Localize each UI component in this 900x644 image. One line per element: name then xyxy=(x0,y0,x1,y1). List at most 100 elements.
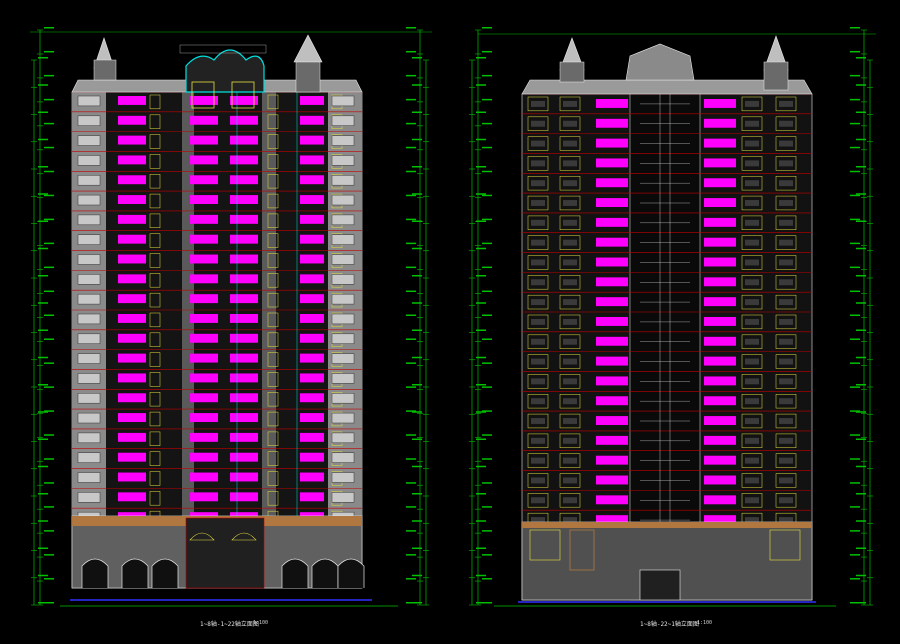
window-pane xyxy=(745,219,759,226)
side-window xyxy=(331,214,355,226)
window xyxy=(300,155,324,165)
window xyxy=(230,413,258,423)
side-window xyxy=(77,234,101,245)
dimension-label-mark xyxy=(44,50,54,53)
side-window xyxy=(77,254,101,265)
dimension-label-mark xyxy=(44,74,54,77)
dimension-label-mark xyxy=(412,547,422,549)
right-elevation-caption: 1~8轴-22~1轴立面图 xyxy=(640,621,699,628)
podium-arch xyxy=(81,558,109,588)
window-pane xyxy=(531,100,545,107)
dimension-label-mark xyxy=(412,166,422,168)
dimension-label-mark xyxy=(850,242,860,245)
dimension-label-mark xyxy=(38,84,48,86)
dimension-label-mark xyxy=(476,57,486,59)
dimension-label-mark xyxy=(38,193,48,195)
dimension-label-mark xyxy=(44,27,54,29)
window-pane xyxy=(745,318,759,325)
window xyxy=(230,294,258,304)
window-pane xyxy=(745,299,759,306)
window xyxy=(300,393,324,403)
window-pane xyxy=(563,457,577,464)
window xyxy=(704,99,736,108)
window xyxy=(190,115,218,125)
side-window xyxy=(331,373,355,384)
dimension-label-mark xyxy=(38,220,48,222)
dimension-label-mark xyxy=(38,411,48,413)
dimension-label-mark xyxy=(482,482,492,484)
window xyxy=(300,492,324,502)
window xyxy=(190,155,218,165)
window-pane xyxy=(779,299,793,306)
window-pane xyxy=(779,418,793,424)
dimension-label-mark xyxy=(44,578,54,580)
window xyxy=(118,135,146,145)
window-pane xyxy=(531,279,545,286)
dimension-label-mark xyxy=(412,356,422,359)
window xyxy=(300,274,324,284)
window xyxy=(704,277,736,287)
window xyxy=(230,373,258,383)
window xyxy=(596,435,628,445)
window xyxy=(300,452,324,462)
podium-arch xyxy=(311,558,339,588)
window xyxy=(596,416,628,426)
dimension-label-mark xyxy=(856,465,866,468)
window xyxy=(190,472,218,482)
window xyxy=(704,435,736,445)
window-pane xyxy=(563,219,577,226)
dimension-label-mark xyxy=(856,57,866,59)
dimension-label-mark xyxy=(850,338,860,340)
window xyxy=(118,452,146,462)
dimension-label-mark xyxy=(850,386,860,388)
window xyxy=(190,413,218,423)
side-window xyxy=(331,432,355,444)
window xyxy=(596,277,628,287)
dimension-label-mark xyxy=(482,506,492,508)
window-pane xyxy=(563,160,577,167)
dimension-label-mark xyxy=(44,362,54,364)
dimension-label-mark xyxy=(850,530,860,532)
window-pane xyxy=(745,239,759,246)
dimension-label-mark xyxy=(476,547,486,549)
window-pane xyxy=(745,477,759,484)
window xyxy=(190,135,218,145)
dimension-label-mark xyxy=(476,602,486,604)
window-pane xyxy=(531,437,545,444)
window xyxy=(596,455,628,465)
window xyxy=(190,294,218,304)
window-pane xyxy=(531,497,545,504)
right-elevation-scale: 1:100 xyxy=(697,620,713,626)
dimension-label-mark xyxy=(412,275,422,277)
podium-arch xyxy=(337,558,365,588)
podium-arch xyxy=(151,558,179,588)
podium-arch xyxy=(121,558,149,588)
dimension-label-mark xyxy=(412,329,422,331)
window-pane xyxy=(531,477,545,484)
dimension-label-mark xyxy=(850,314,860,316)
dimension-label-mark xyxy=(850,290,860,293)
window xyxy=(190,214,218,224)
dimension-label-mark xyxy=(482,74,492,77)
dimension-label-mark xyxy=(406,314,416,316)
dimension-label-mark xyxy=(476,193,486,195)
cad-drawing-canvas xyxy=(30,27,876,607)
dimension-label-mark xyxy=(412,493,422,495)
dimension-label-mark xyxy=(406,530,416,532)
window xyxy=(118,472,146,482)
dimension-label-mark xyxy=(850,362,860,364)
left-tower xyxy=(559,61,585,83)
window-pane xyxy=(779,437,793,444)
window xyxy=(230,314,258,323)
window-pane xyxy=(745,497,759,504)
window xyxy=(596,217,628,227)
side-window xyxy=(77,274,101,285)
window-pane xyxy=(779,318,793,325)
window-pane xyxy=(563,497,577,504)
window-pane xyxy=(745,418,759,424)
window-pane xyxy=(531,338,545,345)
window xyxy=(300,195,324,205)
side-window xyxy=(331,155,355,166)
window-pane xyxy=(531,398,545,405)
left-elevation xyxy=(30,27,432,607)
